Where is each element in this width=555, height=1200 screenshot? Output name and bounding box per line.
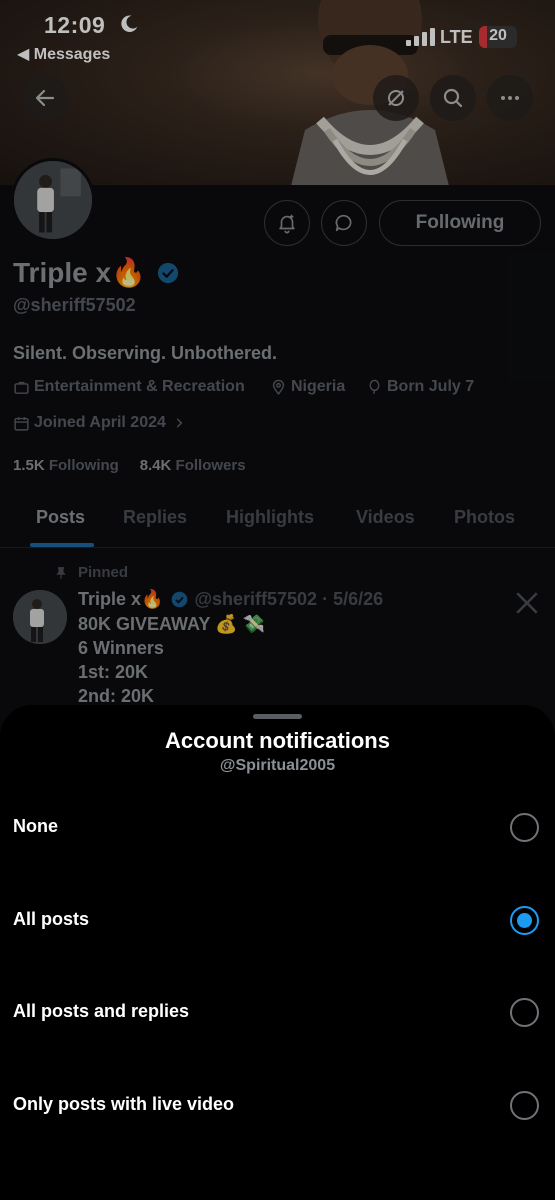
radio-button[interactable] [510,906,539,935]
option-label: All posts [13,909,90,929]
sheet-title: Account notifications [165,728,390,753]
account-notifications-sheet: Account notifications @Spiritual2005 Non… [0,705,555,1200]
radio-dot [517,913,532,928]
option-none[interactable]: None [0,793,555,863]
sheet-grabber[interactable] [253,714,302,719]
option-live-video-only[interactable]: Only posts with live video [0,1071,555,1141]
option-label: None [13,816,58,836]
radio-button[interactable] [510,813,539,842]
option-label: All posts and replies [13,1001,190,1021]
radio-button[interactable] [510,998,539,1027]
option-label: Only posts with live video [13,1094,235,1114]
radio-button[interactable] [510,1091,539,1120]
option-all-posts[interactable]: All posts [0,886,555,956]
sheet-subtitle: @Spiritual2005 [219,757,336,774]
option-all-posts-and-replies[interactable]: All posts and replies [0,978,555,1048]
